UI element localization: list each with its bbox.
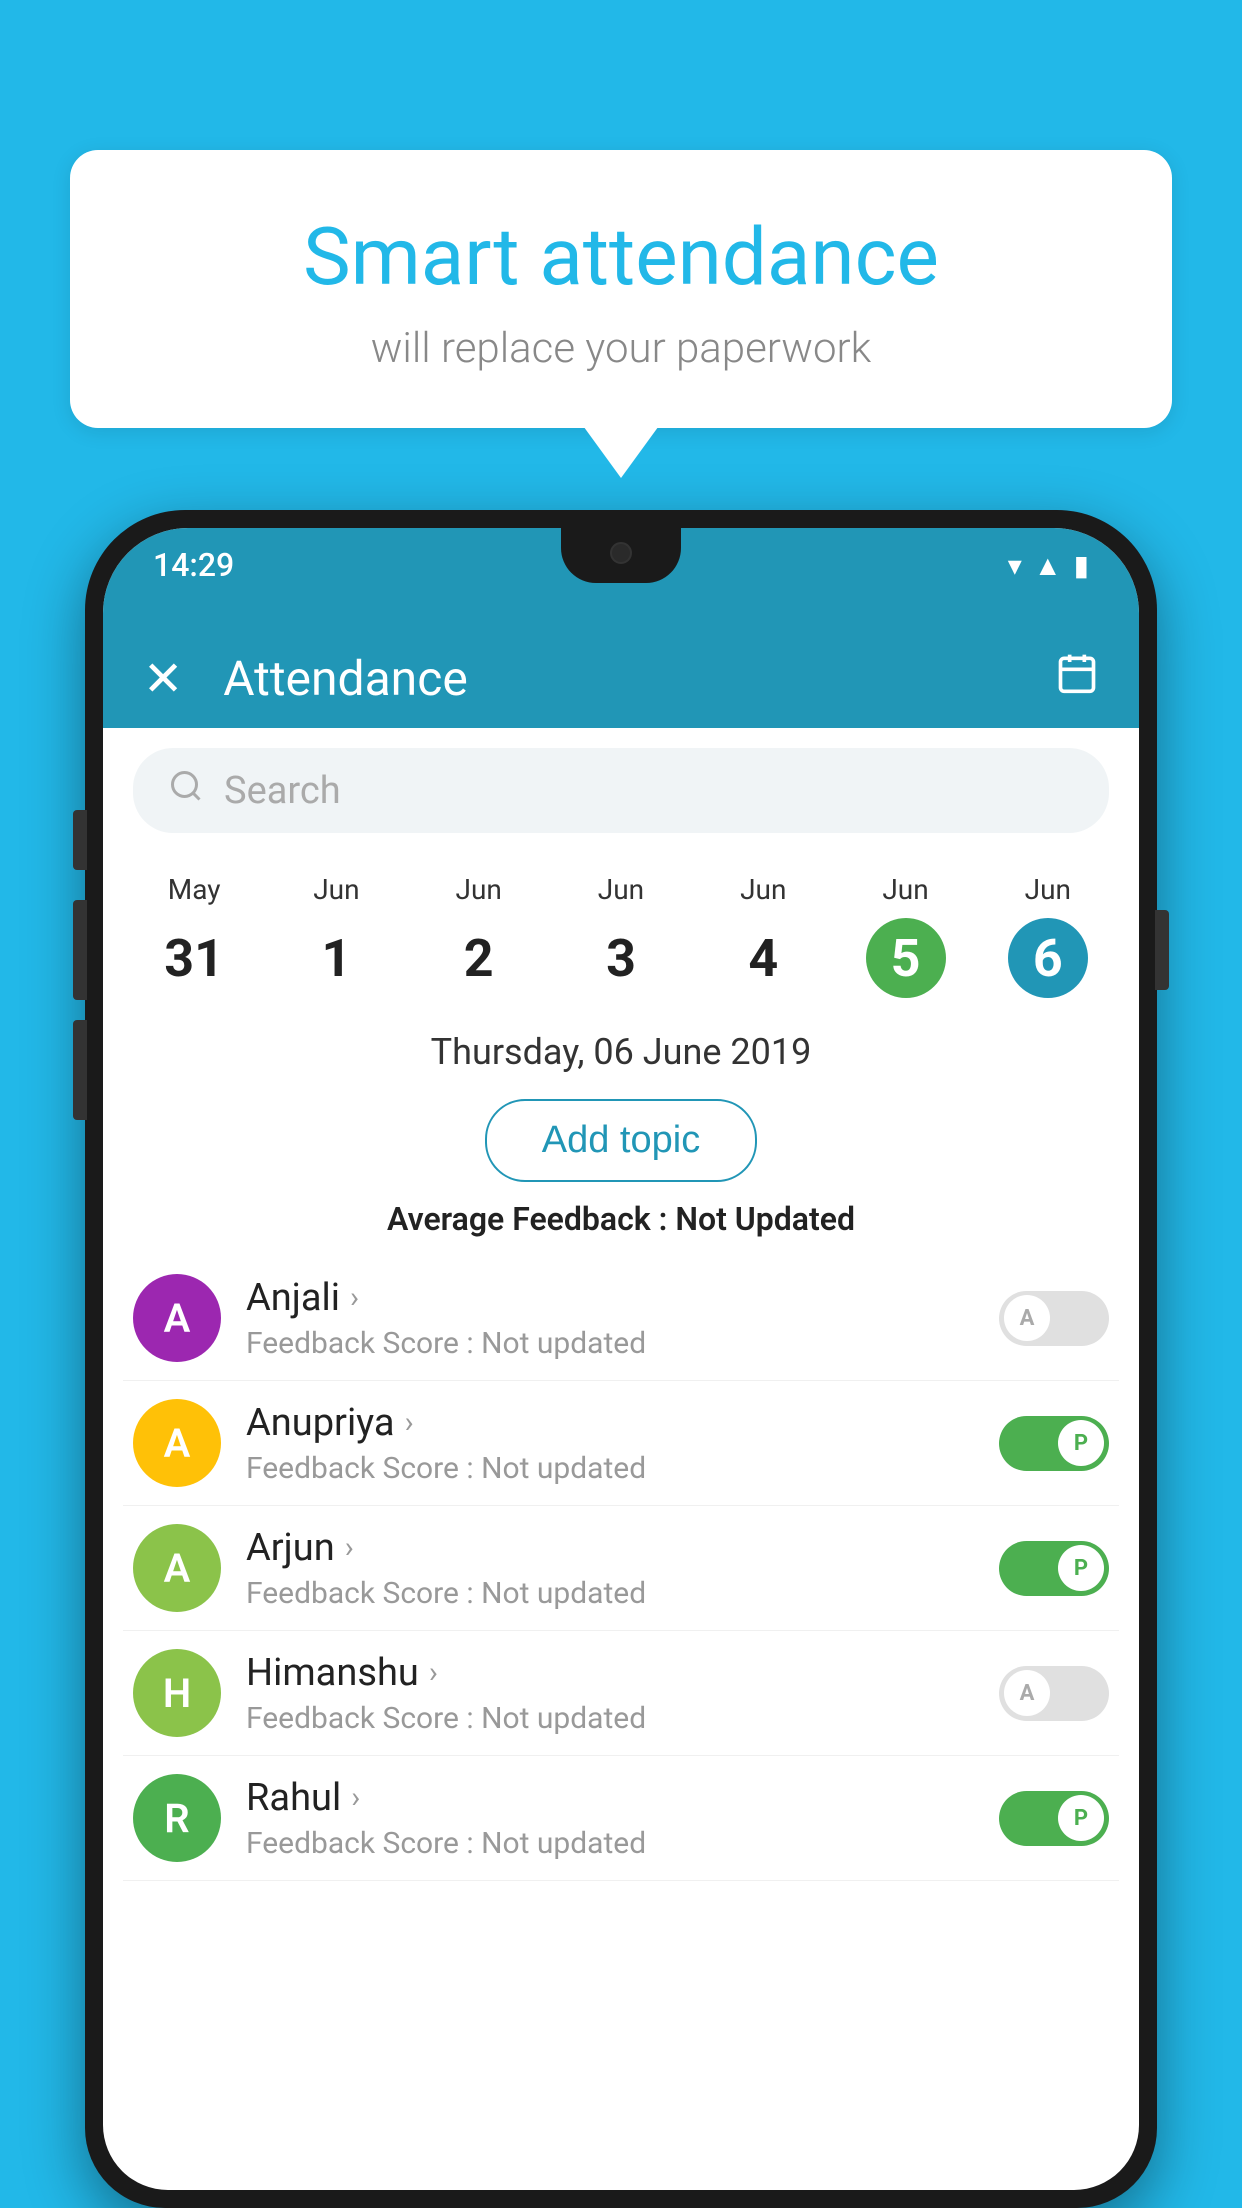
student-item[interactable]: A Anupriya › Feedback Score : Not updated P bbox=[123, 1381, 1119, 1506]
student-name: Arjun › bbox=[246, 1526, 999, 1570]
student-info: Anupriya › Feedback Score : Not updated bbox=[246, 1401, 999, 1486]
chevron-right-icon: › bbox=[351, 1780, 360, 1815]
calendar-icon[interactable] bbox=[1055, 651, 1099, 705]
speech-bubble: Smart attendance will replace your paper… bbox=[70, 150, 1172, 428]
calendar-day-3[interactable]: Jun 3 bbox=[566, 863, 676, 1008]
selected-date: Thursday, 06 June 2019 bbox=[103, 1013, 1139, 1091]
cal-day-number: 5 bbox=[866, 918, 946, 998]
student-item[interactable]: AAnjali ›Feedback Score : Not updatedA bbox=[123, 1256, 1119, 1381]
cal-day-number: 6 bbox=[1008, 918, 1088, 998]
signal-icon: ▲ bbox=[1034, 549, 1062, 582]
close-button[interactable]: ✕ bbox=[143, 650, 183, 707]
student-info: Anjali › Feedback Score : Not updated bbox=[246, 1276, 999, 1361]
phone-screen: 14:29 ▾ ▲ ▮ ✕ Attendance bbox=[103, 528, 1139, 2190]
toggle-thumb: P bbox=[1058, 1795, 1104, 1841]
search-icon bbox=[168, 768, 204, 813]
cal-month-label: Jun bbox=[456, 873, 502, 906]
volume-mute-button bbox=[73, 810, 87, 870]
student-feedback-score: Feedback Score : Not updated bbox=[246, 1826, 999, 1861]
student-feedback-score: Feedback Score : Not updated bbox=[246, 1576, 999, 1611]
student-name: Himanshu › bbox=[246, 1651, 999, 1695]
chevron-right-icon: › bbox=[405, 1405, 414, 1440]
cal-day-number: 3 bbox=[581, 918, 661, 998]
calendar-day-2[interactable]: Jun 2 bbox=[424, 863, 534, 1008]
cal-month-label: Jun bbox=[313, 873, 359, 906]
student-feedback-score: Feedback Score : Not updated bbox=[246, 1326, 999, 1361]
avg-feedback-value: Not Updated bbox=[675, 1200, 855, 1238]
student-name: Rahul › bbox=[246, 1776, 999, 1820]
calendar-day-5[interactable]: Jun 5 bbox=[851, 863, 961, 1008]
attendance-toggle[interactable]: P bbox=[999, 1416, 1109, 1471]
student-feedback-score: Feedback Score : Not updated bbox=[246, 1701, 999, 1736]
attendance-toggle[interactable]: P bbox=[999, 1791, 1109, 1846]
wifi-icon: ▾ bbox=[1008, 549, 1022, 582]
cal-month-label: Jun bbox=[1025, 873, 1071, 906]
cal-month-label: Jun bbox=[882, 873, 928, 906]
toggle-thumb: P bbox=[1058, 1545, 1104, 1591]
chevron-right-icon: › bbox=[345, 1530, 354, 1565]
cal-month-label: Jun bbox=[740, 873, 786, 906]
calendar-day-31[interactable]: May 31 bbox=[139, 863, 249, 1008]
student-item[interactable]: R Rahul › Feedback Score : Not updated P bbox=[123, 1756, 1119, 1881]
cal-day-number: 1 bbox=[296, 918, 376, 998]
app-bar: ✕ Attendance bbox=[103, 628, 1139, 728]
student-avatar: A bbox=[133, 1399, 221, 1487]
attendance-toggle[interactable]: A bbox=[999, 1666, 1109, 1721]
toggle-thumb: P bbox=[1058, 1420, 1104, 1466]
student-name: Anjali › bbox=[246, 1276, 999, 1320]
volume-up-button bbox=[73, 900, 87, 1000]
calendar-day-4[interactable]: Jun 4 bbox=[708, 863, 818, 1008]
attendance-toggle[interactable]: P bbox=[999, 1541, 1109, 1596]
student-list: AAnjali ›Feedback Score : Not updatedAAA… bbox=[103, 1256, 1139, 1881]
student-info: Arjun › Feedback Score : Not updated bbox=[246, 1526, 999, 1611]
student-avatar: H bbox=[133, 1649, 221, 1737]
avg-feedback-label: Average Feedback : bbox=[387, 1200, 675, 1238]
student-info: Himanshu › Feedback Score : Not updated bbox=[246, 1651, 999, 1736]
status-icons: ▾ ▲ ▮ bbox=[1008, 549, 1089, 582]
student-feedback-score: Feedback Score : Not updated bbox=[246, 1451, 999, 1486]
chevron-right-icon: › bbox=[350, 1280, 359, 1315]
bubble-subtitle: will replace your paperwork bbox=[120, 324, 1122, 373]
student-avatar: A bbox=[133, 1274, 221, 1362]
search-placeholder: Search bbox=[224, 769, 341, 813]
bubble-title: Smart attendance bbox=[120, 210, 1122, 304]
student-info: Rahul › Feedback Score : Not updated bbox=[246, 1776, 999, 1861]
battery-icon: ▮ bbox=[1074, 549, 1089, 582]
chevron-right-icon: › bbox=[429, 1655, 438, 1690]
calendar-day-1[interactable]: Jun 1 bbox=[281, 863, 391, 1008]
add-topic-button[interactable]: Add topic bbox=[485, 1099, 757, 1182]
camera bbox=[610, 542, 632, 564]
cal-day-number: 4 bbox=[723, 918, 803, 998]
power-button bbox=[1155, 910, 1169, 990]
cal-month-label: Jun bbox=[598, 873, 644, 906]
toggle-thumb: A bbox=[1004, 1670, 1050, 1716]
phone-frame: 14:29 ▾ ▲ ▮ ✕ Attendance bbox=[85, 510, 1157, 2208]
attendance-toggle[interactable]: A bbox=[999, 1291, 1109, 1346]
cal-day-number: 31 bbox=[154, 918, 234, 998]
student-item[interactable]: A Arjun › Feedback Score : Not updated P bbox=[123, 1506, 1119, 1631]
average-feedback: Average Feedback : Not Updated bbox=[103, 1200, 1139, 1238]
status-bar-area: 14:29 ▾ ▲ ▮ bbox=[103, 528, 1139, 628]
calendar-day-6[interactable]: Jun 6 bbox=[993, 863, 1103, 1008]
student-avatar: R bbox=[133, 1774, 221, 1862]
notch bbox=[561, 528, 681, 583]
student-name: Anupriya › bbox=[246, 1401, 999, 1445]
student-item[interactable]: H Himanshu › Feedback Score : Not updatedA bbox=[123, 1631, 1119, 1756]
app-bar-title: Attendance bbox=[223, 650, 1055, 707]
cal-day-number: 2 bbox=[439, 918, 519, 998]
search-bar[interactable]: Search bbox=[133, 748, 1109, 833]
volume-down-button bbox=[73, 1020, 87, 1120]
cal-month-label: May bbox=[168, 873, 221, 906]
toggle-thumb: A bbox=[1004, 1295, 1050, 1341]
calendar-strip: May 31 Jun 1 Jun 2 Jun 3 Jun 4 Jun 5 Jun 6 bbox=[103, 853, 1139, 1013]
status-time: 14:29 bbox=[153, 546, 234, 584]
student-avatar: A bbox=[133, 1524, 221, 1612]
